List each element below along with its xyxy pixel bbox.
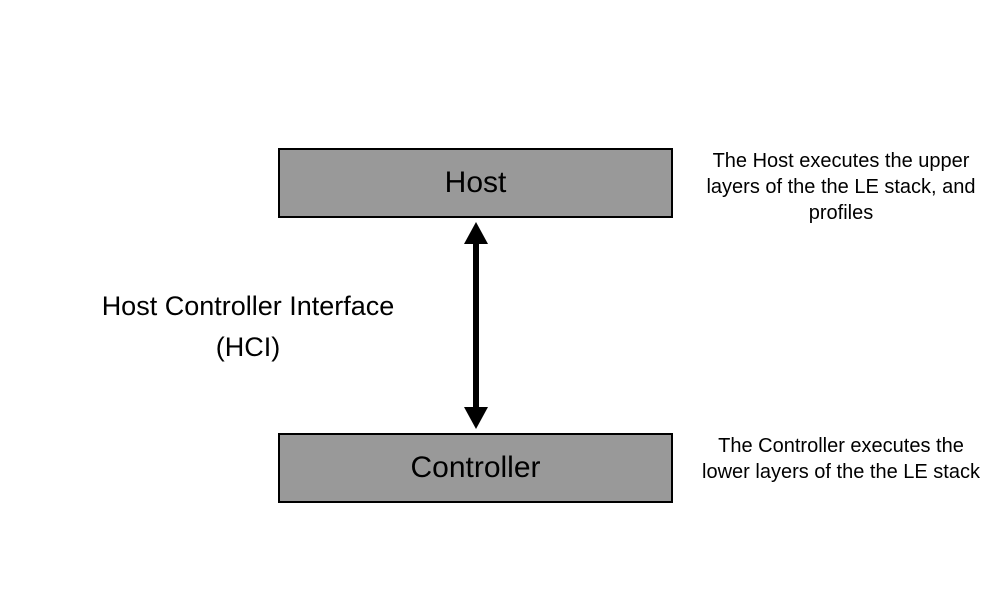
interface-label: Host Controller Interface (HCI) — [78, 286, 418, 367]
controller-box: Controller — [278, 433, 673, 503]
interface-label-line1: Host Controller Interface — [102, 291, 395, 321]
interface-label-line2: (HCI) — [216, 332, 280, 362]
host-box: Host — [278, 148, 673, 218]
host-description: The Host executes the upper layers of th… — [693, 148, 989, 226]
controller-box-label: Controller — [410, 451, 540, 485]
double-arrow-icon — [464, 222, 488, 429]
controller-description: The Controller executes the lower layers… — [693, 433, 989, 485]
host-box-label: Host — [445, 166, 507, 200]
